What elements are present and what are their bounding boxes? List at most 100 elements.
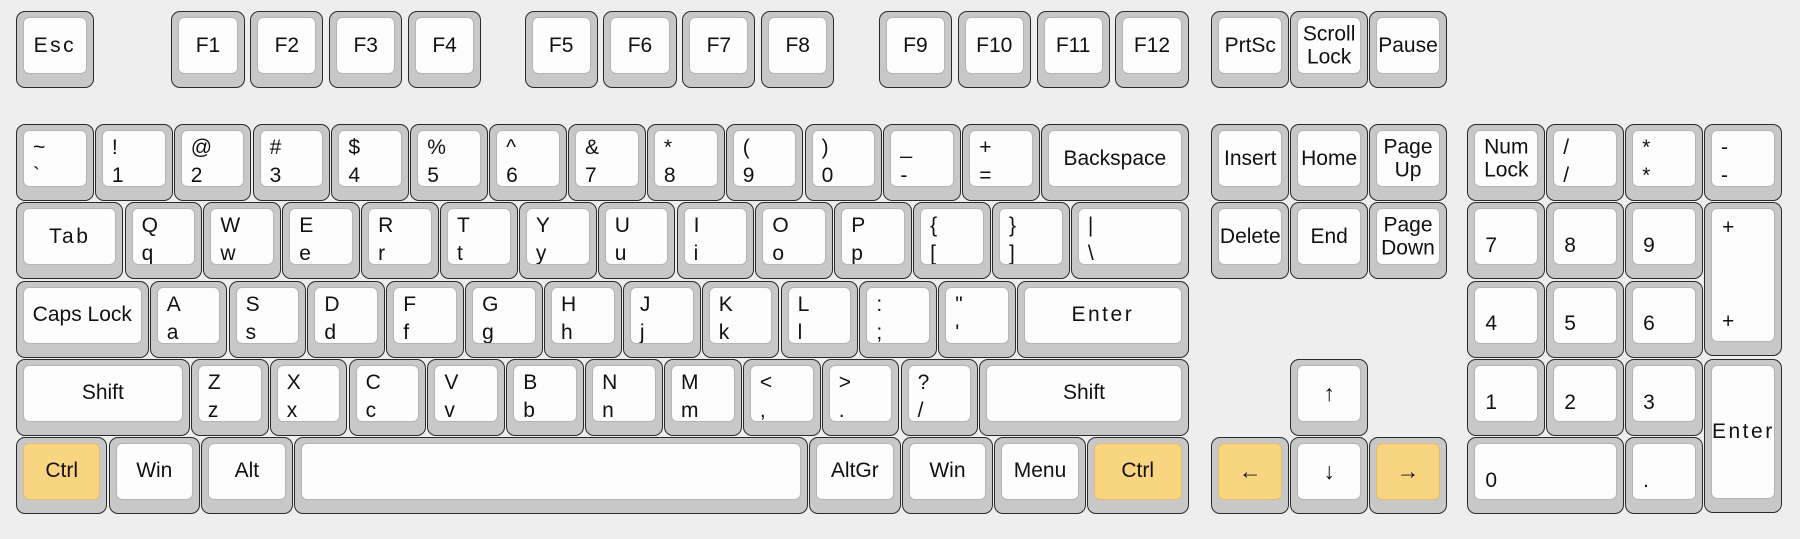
key-f5[interactable]: F5 — [524, 11, 598, 88]
key-w[interactable]: Ww — [203, 202, 282, 280]
key-numpad-4[interactable]: 4 — [1467, 280, 1546, 358]
key-l[interactable]: Ll — [780, 280, 859, 358]
key-r[interactable]: Rr — [361, 202, 439, 280]
key-right-win[interactable]: Win — [901, 436, 994, 514]
key-arrow-left[interactable]: ← — [1211, 436, 1290, 514]
key-numpad-6[interactable]: 6 — [1625, 280, 1703, 358]
key-backslash[interactable]: | \ — [1070, 202, 1189, 280]
key-f11[interactable]: F11 — [1036, 11, 1110, 88]
key-5[interactable]: % 5 — [410, 124, 488, 202]
key-slash[interactable]: ? / — [900, 358, 979, 436]
key-p[interactable]: Pp — [834, 202, 912, 280]
key-f10[interactable]: F10 — [957, 11, 1031, 88]
key-print-screen[interactable]: PrtSc — [1211, 11, 1290, 88]
key-6[interactable]: ^ 6 — [489, 124, 567, 202]
key-alt-gr[interactable]: AltGr — [809, 436, 901, 514]
key-left-alt[interactable]: Alt — [201, 436, 293, 514]
key-f12[interactable]: F12 — [1115, 11, 1189, 88]
key-numpad-decimal[interactable]: . — [1625, 436, 1703, 514]
key-q[interactable]: Qq — [124, 202, 203, 280]
key-space[interactable] — [293, 436, 808, 514]
key-insert[interactable]: Insert — [1211, 124, 1290, 202]
key-backtick[interactable]: ~ ` — [16, 124, 94, 202]
key-numpad-9[interactable]: 9 — [1625, 202, 1703, 280]
key-f4[interactable]: F4 — [408, 11, 482, 88]
key-f2[interactable]: F2 — [250, 11, 324, 88]
key-right-shift[interactable]: Shift — [979, 358, 1189, 436]
key-numpad-8[interactable]: 8 — [1546, 202, 1624, 280]
key-numpad-enter[interactable]: Enter — [1704, 358, 1782, 513]
key-left-bracket[interactable]: {[ — [913, 202, 991, 280]
key-end[interactable]: End — [1290, 202, 1368, 280]
key-d[interactable]: Dd — [307, 280, 386, 358]
key-1[interactable]: ! 1 — [94, 124, 173, 202]
key-7[interactable]: & 7 — [568, 124, 646, 202]
key-numpad-divide[interactable]: / / — [1546, 124, 1624, 202]
key-scroll-lock[interactable]: Scroll Lock — [1290, 11, 1368, 88]
key-minus[interactable]: _ - — [883, 124, 962, 202]
key-f7[interactable]: F7 — [682, 11, 756, 88]
key-g[interactable]: Gg — [465, 280, 543, 358]
key-right-bracket[interactable]: }] — [992, 202, 1070, 280]
key-8[interactable]: * 8 — [646, 124, 725, 202]
key-f8[interactable]: F8 — [761, 11, 835, 88]
key-page-down[interactable]: Page Down — [1369, 202, 1447, 280]
key-right-ctrl[interactable]: Ctrl — [1086, 436, 1189, 514]
key-numpad-multiply[interactable]: * * — [1625, 124, 1703, 202]
key-numpad-3[interactable]: 3 — [1625, 358, 1703, 436]
key-enter[interactable]: Enter — [1017, 280, 1189, 358]
key-f9[interactable]: F9 — [878, 11, 952, 88]
key-f6[interactable]: F6 — [603, 11, 677, 88]
key-e[interactable]: Ee — [282, 202, 360, 280]
key-y[interactable]: Yy — [518, 202, 597, 280]
key-arrow-right[interactable]: → — [1369, 436, 1447, 514]
key-n[interactable]: Nn — [585, 358, 663, 436]
key-u[interactable]: Uu — [597, 202, 676, 280]
key-arrow-down[interactable]: ↓ — [1290, 436, 1368, 514]
key-3[interactable]: #3 — [252, 124, 331, 202]
key-left-win[interactable]: Win — [108, 436, 200, 514]
key-numpad-subtract[interactable]: -- — [1704, 124, 1782, 202]
key-backspace[interactable]: Backspace — [1041, 124, 1189, 202]
key-comma[interactable]: <, — [742, 358, 821, 436]
key-caps-lock[interactable]: Caps Lock — [16, 280, 149, 358]
key-f[interactable]: Ff — [386, 280, 464, 358]
key-delete[interactable]: Delete — [1211, 202, 1290, 280]
key-z[interactable]: Zz — [190, 358, 269, 436]
key-equals[interactable]: + = — [962, 124, 1040, 202]
key-f3[interactable]: F3 — [329, 11, 403, 88]
key-f1[interactable]: F1 — [171, 11, 245, 88]
key-pause[interactable]: Pause — [1369, 11, 1447, 88]
key-semicolon[interactable]: :; — [859, 280, 938, 358]
key-quote[interactable]: " ' — [938, 280, 1016, 358]
key-0[interactable]: ) 0 — [804, 124, 883, 202]
key-esc[interactable]: Esc — [16, 11, 94, 88]
key-tab[interactable]: Tab — [16, 202, 124, 280]
key-b[interactable]: Bb — [506, 358, 584, 436]
key-k[interactable]: Kk — [701, 280, 780, 358]
key-numpad-7[interactable]: 7 — [1467, 202, 1546, 280]
key-j[interactable]: Jj — [622, 280, 701, 358]
key-c[interactable]: Cc — [348, 358, 427, 436]
key-numpad-0[interactable]: 0 — [1467, 436, 1624, 514]
key-numpad-2[interactable]: 2 — [1546, 358, 1624, 436]
key-m[interactable]: Mm — [664, 358, 742, 436]
key-x[interactable]: Xx — [269, 358, 348, 436]
key-numpad-1[interactable]: 1 — [1467, 358, 1546, 436]
key-a[interactable]: Aa — [149, 280, 228, 358]
key-i[interactable]: Ii — [676, 202, 755, 280]
key-v[interactable]: Vv — [427, 358, 506, 436]
key-h[interactable]: Hh — [544, 280, 622, 358]
key-arrow-up[interactable]: ↑ — [1290, 358, 1368, 436]
key-home[interactable]: Home — [1290, 124, 1368, 202]
key-4[interactable]: $4 — [331, 124, 410, 202]
key-9[interactable]: (9 — [725, 124, 804, 202]
key-o[interactable]: Oo — [755, 202, 834, 280]
key-period[interactable]: >. — [821, 358, 900, 436]
key-num-lock[interactable]: Num Lock — [1467, 124, 1546, 202]
key-menu[interactable]: Menu — [994, 436, 1086, 514]
key-left-ctrl[interactable]: Ctrl — [16, 436, 108, 514]
key-numpad-add[interactable]: + + — [1704, 202, 1782, 357]
key-left-shift[interactable]: Shift — [16, 358, 190, 436]
key-t[interactable]: Tt — [440, 202, 518, 280]
